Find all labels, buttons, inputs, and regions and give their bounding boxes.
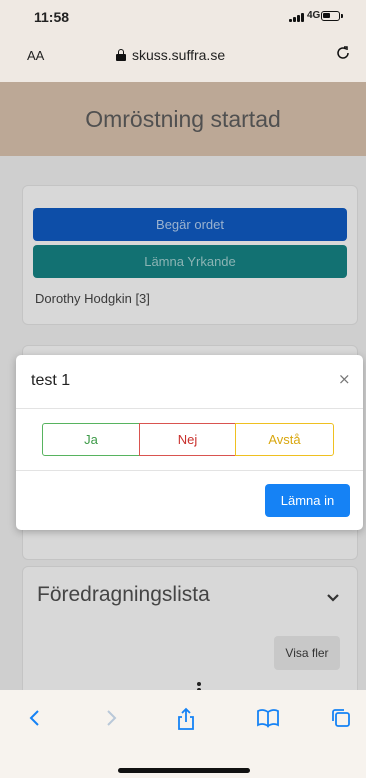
page-title: Omröstning startad	[85, 106, 281, 132]
signal-icon	[289, 13, 305, 22]
bookmarks-icon[interactable]	[256, 707, 280, 729]
close-icon[interactable]: ×	[338, 370, 351, 388]
vote-yes-button[interactable]: Ja	[42, 423, 140, 456]
speaker-label: Dorothy Hodgkin [3]	[35, 291, 150, 306]
request-floor-button[interactable]: Begär ordet	[33, 208, 347, 241]
status-bar: 11:58 4G	[0, 0, 366, 32]
home-indicator	[118, 768, 250, 773]
vote-abstain-button[interactable]: Avstå	[235, 423, 334, 456]
page-header: Omröstning startad	[0, 82, 366, 156]
forward-icon[interactable]	[104, 707, 118, 729]
text-size-button[interactable]: AA	[27, 48, 44, 63]
tabs-icon[interactable]	[330, 707, 352, 729]
submit-vote-button[interactable]: Lämna in	[265, 484, 350, 517]
vote-no-button[interactable]: Nej	[139, 423, 236, 456]
lock-icon	[116, 49, 126, 61]
reload-icon[interactable]	[335, 45, 351, 66]
address-bar[interactable]: AA skuss.suffra.se	[0, 32, 366, 82]
vote-options: Ja Nej Avstå	[42, 423, 335, 456]
network-label: 4G	[307, 10, 321, 21]
divider	[16, 408, 363, 409]
modal-title: test 1	[31, 372, 71, 389]
chevron-down-icon[interactable]	[326, 591, 340, 605]
url-text[interactable]: skuss.suffra.se	[132, 47, 225, 63]
back-icon[interactable]	[28, 707, 42, 729]
browser-toolbar	[0, 690, 366, 778]
submit-motion-button[interactable]: Lämna Yrkande	[33, 245, 347, 278]
status-time: 11:58	[34, 9, 70, 25]
agenda-title[interactable]: Föredragningslista	[37, 583, 210, 607]
show-more-button[interactable]: Visa fler	[274, 636, 340, 670]
share-icon[interactable]	[175, 707, 197, 731]
vote-modal: test 1 × Ja Nej Avstå Lämna in	[16, 355, 363, 530]
battery-icon	[321, 11, 343, 21]
divider	[16, 470, 363, 471]
